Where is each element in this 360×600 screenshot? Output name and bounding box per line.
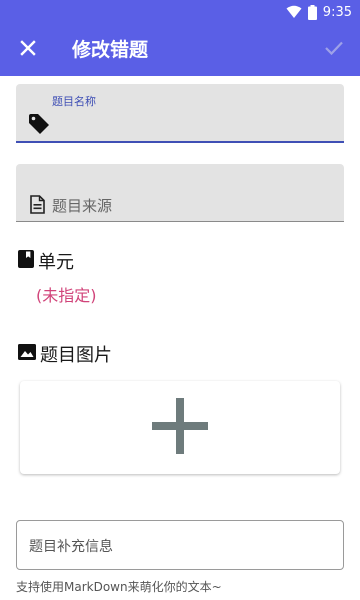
add-image-button[interactable] [20, 381, 340, 474]
unit-heading-text: 单元 [38, 252, 74, 273]
extra-info-field[interactable]: 题目补充信息 [16, 520, 344, 570]
book-icon [18, 249, 34, 273]
page-title: 修改错题 [72, 39, 149, 61]
image-heading-text: 题目图片 [40, 345, 112, 366]
markdown-hint: 支持使用MarkDown来萌化你的文本~ [16, 580, 222, 594]
image-icon [18, 343, 36, 365]
plus-icon [150, 396, 210, 460]
question-name-label: 题目名称 [52, 95, 96, 108]
status-time: 9:35 [322, 4, 352, 20]
check-icon [324, 40, 344, 60]
status-icons: 9:35 [286, 3, 352, 21]
tag-icon [28, 113, 50, 139]
unit-section-heading: 单元 [18, 248, 74, 274]
question-name-field[interactable]: 题目名称 [16, 84, 344, 143]
close-button[interactable] [14, 36, 42, 64]
question-source-placeholder: 题目来源 [52, 197, 113, 215]
confirm-button[interactable] [320, 36, 348, 64]
wifi-icon [286, 5, 302, 19]
question-source-field[interactable]: 题目来源 [16, 164, 344, 222]
app-bar: 修改错题 [0, 24, 360, 76]
extra-info-placeholder: 题目补充信息 [29, 539, 113, 555]
status-bar: 9:35 [0, 0, 360, 24]
close-icon [20, 40, 36, 60]
image-section-heading: 题目图片 [18, 341, 112, 367]
battery-icon [307, 4, 317, 20]
document-icon [30, 195, 45, 218]
unit-value[interactable]: (未指定) [36, 282, 97, 306]
